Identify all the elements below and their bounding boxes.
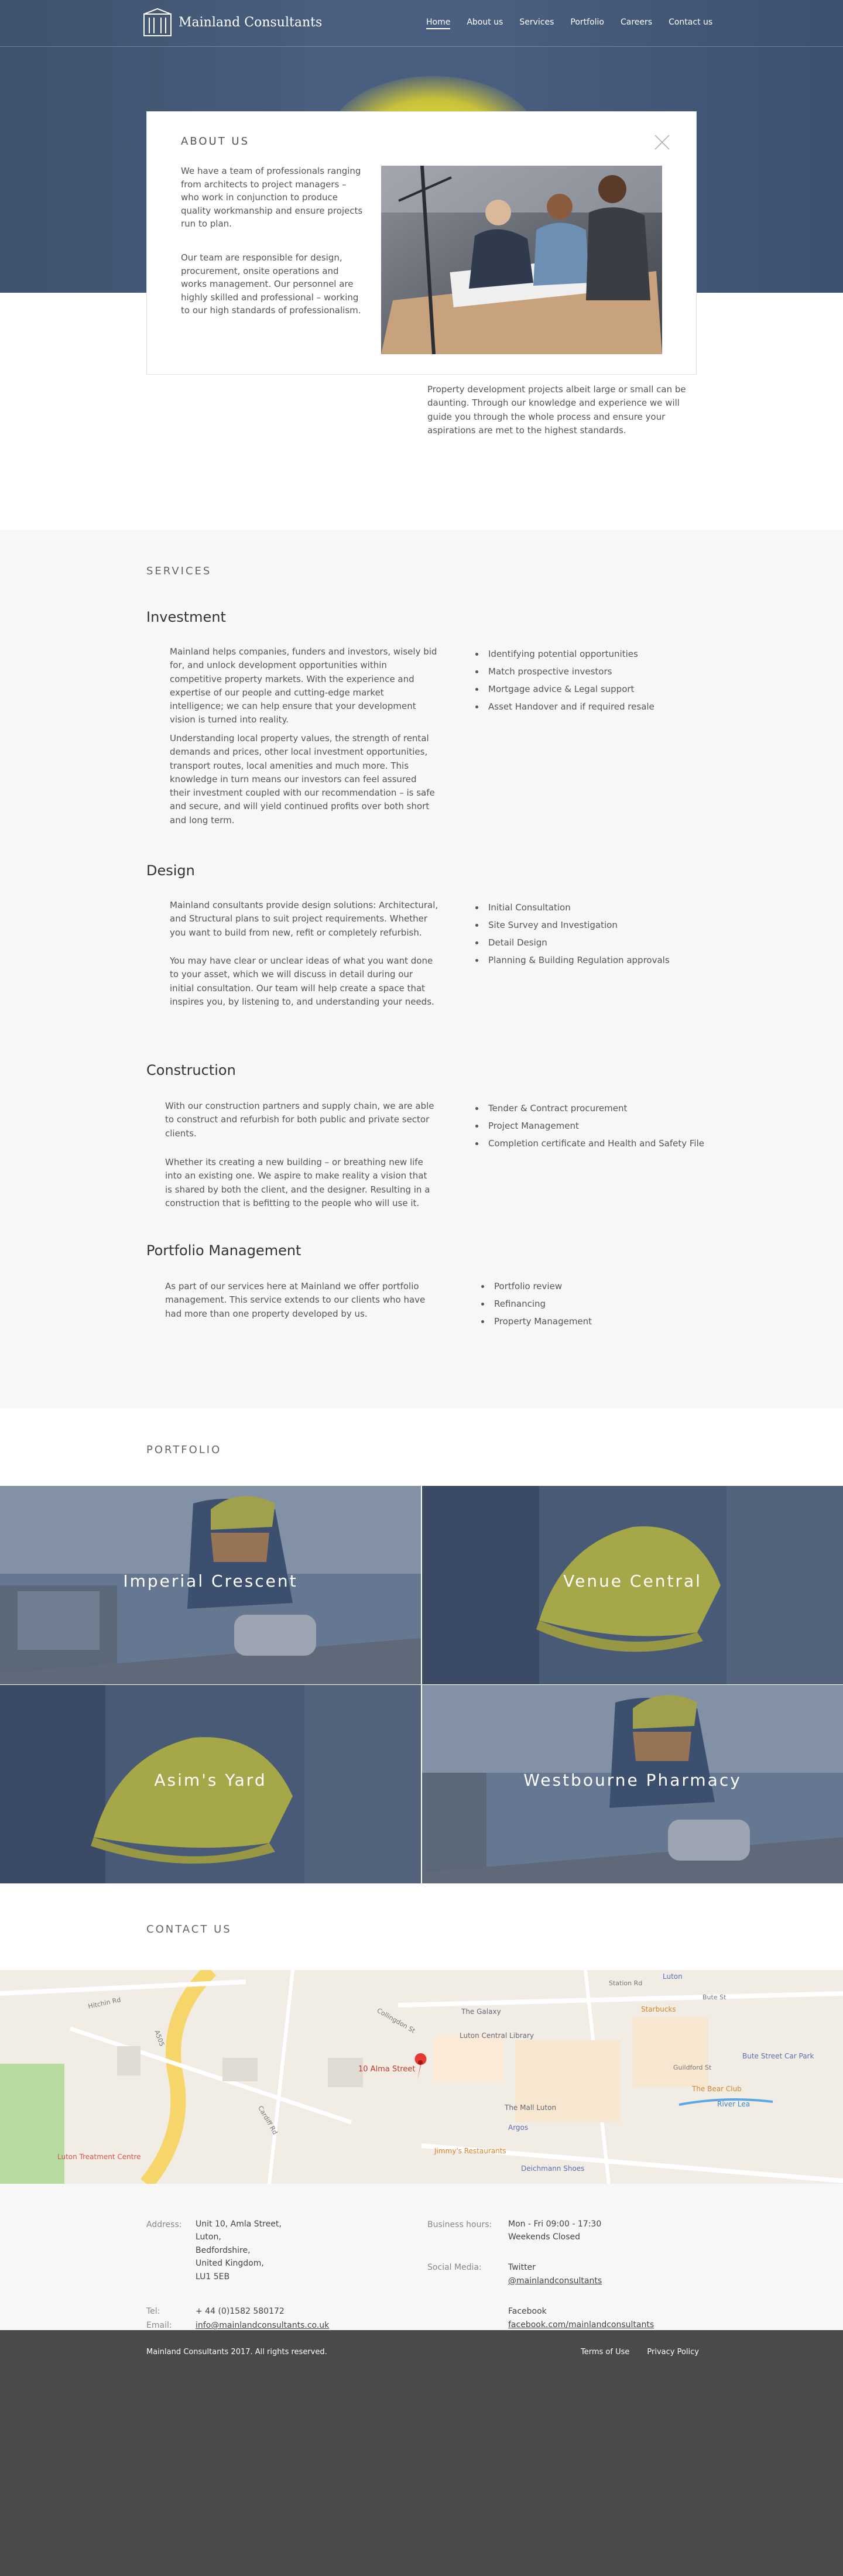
- tile-label: Asim's Yard: [154, 1770, 267, 1790]
- main-nav: Home About us Services Portfolio Careers…: [426, 18, 729, 29]
- map-place: The Galaxy: [461, 2008, 501, 2016]
- map-street: Guildford St: [673, 2064, 712, 2071]
- map-place: Luton Treatment Centre: [57, 2153, 141, 2161]
- building-logo-icon: [143, 8, 172, 36]
- portfolio-tile[interactable]: Venue Central: [422, 1486, 843, 1684]
- close-icon[interactable]: [654, 134, 670, 150]
- address-label: Address:: [146, 2220, 182, 2229]
- terms-link[interactable]: Terms of Use: [581, 2348, 629, 2356]
- tile-label: Westbourne Pharmacy: [523, 1770, 742, 1790]
- copyright: Mainland Consultants 2017. All rights re…: [146, 2348, 327, 2356]
- list-item: Portfolio review: [479, 1277, 713, 1295]
- contact-details: [0, 2184, 843, 2330]
- investment-list: Identifying potential opportunities Matc…: [473, 645, 707, 715]
- design-list: Initial Consultation Site Survey and Inv…: [473, 899, 707, 969]
- portfolio-tile[interactable]: Asim's Yard: [0, 1685, 421, 1883]
- privacy-link[interactable]: Privacy Policy: [647, 2348, 699, 2356]
- service-paragraph: Whether its creating a new building – or…: [165, 1157, 430, 1208]
- team-photo: [381, 166, 662, 354]
- contact-title: CONTACT US: [146, 1923, 232, 1936]
- map-street: Station Rd: [609, 1979, 643, 1987]
- map-street: Bute St: [702, 1993, 727, 2001]
- service-paragraph: You may have clear or unclear ideas of w…: [170, 955, 434, 1007]
- construction-list: Tender & Contract procurement Project Ma…: [473, 1099, 719, 1152]
- tel-number[interactable]: + 44 (0)1582 580172: [196, 2305, 285, 2318]
- map-place: The Mall Luton: [505, 2104, 557, 2112]
- list-item: Tender & Contract procurement: [473, 1099, 719, 1117]
- service-paragraph: As part of our services here at Mainland…: [165, 1281, 426, 1319]
- map-place: River Lea: [717, 2100, 751, 2108]
- list-item: Initial Consultation: [473, 899, 707, 916]
- nav-services[interactable]: Services: [519, 18, 554, 29]
- list-item: Match prospective investors: [473, 663, 707, 680]
- nav-about[interactable]: About us: [467, 18, 503, 29]
- service-heading-investment: Investment: [146, 609, 226, 625]
- service-heading-portfolio-management: Portfolio Management: [146, 1242, 301, 1259]
- portfolio-management-list: Portfolio review Refinancing Property Ma…: [479, 1277, 713, 1330]
- map-pin-label: 10 Alma Street: [358, 2065, 416, 2074]
- service-paragraph: Understanding local property values, the…: [170, 733, 435, 825]
- social-label: Social Media:: [427, 2263, 482, 2272]
- service-heading-construction: Construction: [146, 1062, 236, 1078]
- list-item: Completion certificate and Health and Sa…: [473, 1135, 719, 1152]
- map-place: Luton: [663, 1972, 683, 1981]
- list-item: Asset Handover and if required resale: [473, 698, 707, 715]
- services-title: SERVICES: [146, 565, 212, 577]
- facebook-label: Facebook: [508, 2307, 547, 2316]
- list-item: Site Survey and Investigation: [473, 916, 707, 934]
- logo[interactable]: Mainland Consultants: [142, 7, 322, 37]
- about-title: ABOUT US: [181, 135, 250, 148]
- portfolio-tile[interactable]: Imperial Crescent: [0, 1486, 421, 1684]
- list-item: Refinancing: [479, 1295, 713, 1313]
- list-item: Planning & Building Regulation approvals: [473, 951, 707, 969]
- list-item: Project Management: [473, 1117, 719, 1135]
- service-paragraph: With our construction partners and suppl…: [165, 1101, 434, 1139]
- tile-label: Imperial Crescent: [123, 1571, 298, 1591]
- about-paragraph: Our team are responsible for design, pro…: [181, 252, 361, 316]
- location-map[interactable]: 10 Alma Street The Galaxy Luton Central …: [0, 1970, 843, 2184]
- service-paragraph: Mainland consultants provide design solu…: [170, 900, 438, 938]
- portfolio-title: PORTFOLIO: [146, 1444, 222, 1456]
- map-place: Argos: [508, 2123, 529, 2132]
- service-paragraph: Mainland helps companies, funders and in…: [170, 646, 437, 725]
- twitter-label: Twitter: [508, 2263, 536, 2272]
- hours-label: Business hours:: [427, 2220, 492, 2229]
- brand-name: Mainland Consultants: [179, 15, 323, 30]
- twitter-link[interactable]: @mainlandconsultants: [508, 2274, 602, 2287]
- nav-portfolio[interactable]: Portfolio: [570, 18, 604, 29]
- park-area: [0, 2064, 64, 2184]
- list-item: Property Management: [479, 1313, 713, 1330]
- map-place: Starbucks: [641, 2005, 676, 2013]
- about-card: ABOUT US We have a team of professionals…: [146, 111, 697, 375]
- tile-label: Venue Central: [563, 1571, 702, 1591]
- map-place: Deichmann Shoes: [521, 2164, 585, 2173]
- about-intro: Property development projects albeit lar…: [427, 384, 686, 436]
- portfolio-tile[interactable]: Westbourne Pharmacy: [422, 1685, 843, 1883]
- nav-careers[interactable]: Careers: [621, 18, 652, 29]
- address: Unit 10, Amla Street, Luton, Bedfordshir…: [196, 2219, 282, 2282]
- site-footer: Mainland Consultants 2017. All rights re…: [0, 2330, 843, 2576]
- list-item: Identifying potential opportunities: [473, 645, 707, 663]
- about-paragraph: We have a team of professionals ranging …: [181, 166, 363, 229]
- list-item: Mortgage advice & Legal support: [473, 680, 707, 698]
- list-item: Detail Design: [473, 934, 707, 951]
- map-place: Jimmy's Restaurants: [434, 2147, 506, 2155]
- map-place: The Bear Club: [692, 2085, 742, 2093]
- tel-label: Tel:: [146, 2307, 160, 2316]
- service-heading-design: Design: [146, 862, 195, 879]
- nav-contact[interactable]: Contact us: [669, 18, 712, 29]
- map-place: Bute Street Car Park: [742, 2052, 814, 2060]
- email-label: Email:: [146, 2321, 172, 2330]
- nav-home[interactable]: Home: [426, 18, 451, 29]
- business-hours: Mon - Fri 09:00 - 17:30 Weekends Closed: [508, 2219, 602, 2242]
- map-place: Luton Central Library: [460, 2032, 534, 2040]
